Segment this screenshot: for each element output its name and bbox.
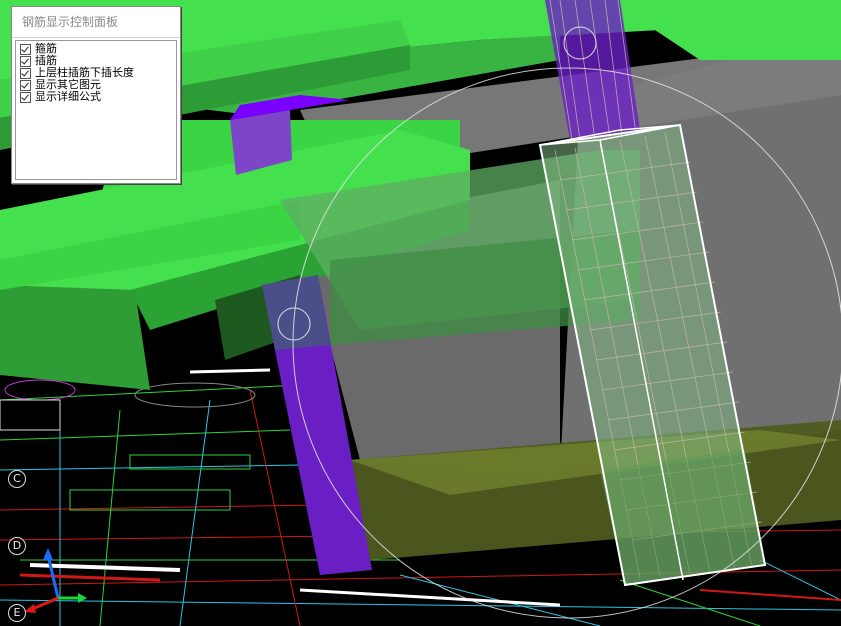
panel-title[interactable]: 钢筋显示控制面板 — [12, 7, 180, 38]
axis-marker-d: D — [8, 537, 26, 555]
slab-left-front — [0, 285, 150, 390]
checkbox-show-other-elements[interactable] — [20, 79, 31, 91]
checkbox-stirrup[interactable] — [20, 43, 31, 55]
option-show-detailed-formula[interactable]: 显示详细公式 — [20, 91, 176, 103]
checkbox-dowel[interactable] — [20, 55, 31, 67]
axis-marker-e: E — [8, 604, 26, 622]
checkbox-upper-column-dowel-length[interactable] — [20, 67, 31, 79]
axis-marker-c: C — [8, 470, 26, 488]
rebar-column-lower — [600, 450, 765, 585]
options-list: 箍筋 插筋 上层柱插筋下插长度 显示其它图元 显示详细公式 — [15, 40, 177, 180]
rebar-display-control-panel[interactable]: 钢筋显示控制面板 箍筋 插筋 上层柱插筋下插长度 显示其它图元 显示详细公式 — [11, 6, 181, 184]
checkbox-show-detailed-formula[interactable] — [20, 91, 31, 103]
option-show-detailed-formula-label: 显示详细公式 — [35, 90, 101, 103]
